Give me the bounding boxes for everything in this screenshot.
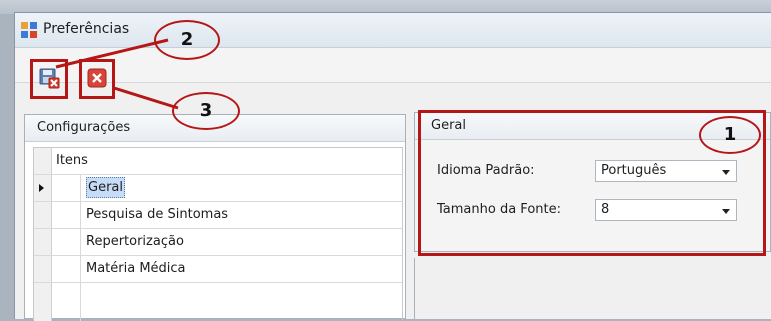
callout-3: 3 — [172, 92, 240, 130]
callout-1: 1 — [699, 116, 761, 154]
callout-2: 2 — [154, 20, 220, 60]
callout-lines — [55, 38, 179, 110]
